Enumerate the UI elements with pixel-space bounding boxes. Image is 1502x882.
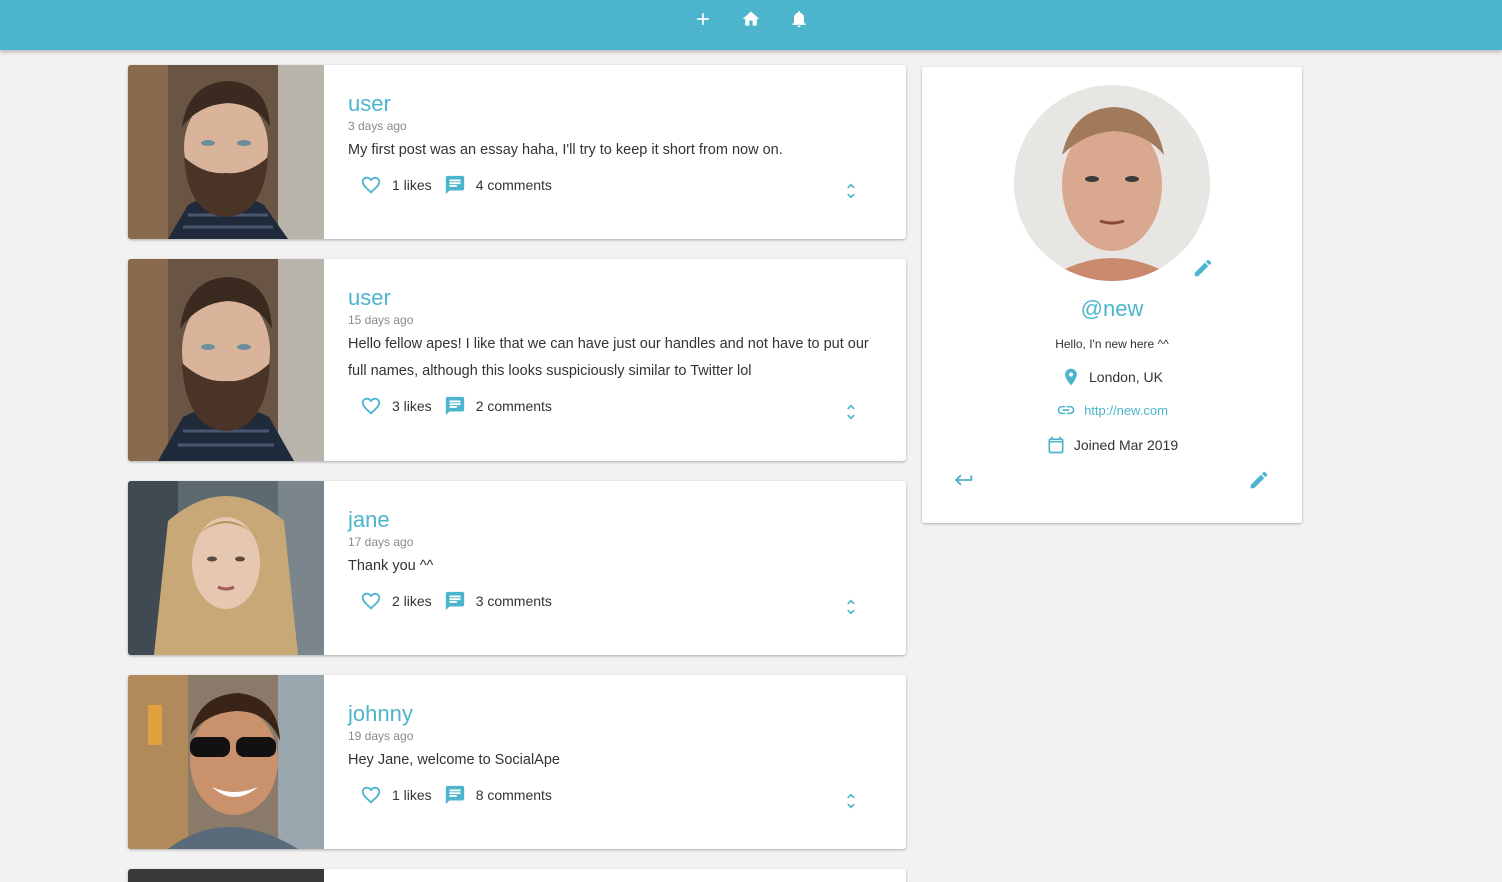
heart-outline-icon	[361, 786, 381, 804]
profile-website: http://new.com	[922, 400, 1302, 420]
comments-button[interactable]: 4 comments	[444, 174, 552, 196]
post-body: Thank you ^^	[348, 558, 434, 574]
like-button[interactable]: 2 likes	[360, 590, 432, 612]
chat-icon	[445, 591, 464, 611]
post-actions: 1 likes 8 comments	[360, 782, 906, 808]
comments-count: 3 comments	[475, 593, 552, 609]
like-button[interactable]: 1 likes	[360, 174, 432, 196]
profile-handle[interactable]: @new	[922, 296, 1302, 322]
comments-count: 4 comments	[475, 177, 552, 193]
chat-icon	[445, 396, 464, 416]
joined-text: Joined Mar 2019	[1073, 437, 1179, 453]
calendar-icon	[1048, 436, 1064, 454]
keyboard-return-icon	[954, 474, 973, 486]
comments-button[interactable]: 8 comments	[444, 784, 552, 806]
likes-count: 1 likes	[392, 787, 432, 803]
post-author-image	[128, 675, 324, 849]
heart-outline-icon	[361, 592, 381, 610]
post-card: user 15 days ago Hello fellow apes! I li…	[128, 259, 906, 461]
post-date: 19 days ago	[348, 729, 414, 743]
edit-details-button[interactable]	[1248, 469, 1272, 493]
likes-count: 1 likes	[392, 177, 432, 193]
expand-post-button[interactable]	[840, 789, 862, 813]
expand-post-button[interactable]	[840, 400, 862, 424]
comments-button[interactable]: 3 comments	[444, 590, 552, 612]
comments-count: 8 comments	[475, 787, 552, 803]
heart-outline-icon	[361, 397, 381, 415]
unfold-more-icon	[847, 183, 855, 199]
comments-button[interactable]: 2 comments	[444, 395, 552, 417]
post-date: 3 days ago	[348, 119, 407, 133]
post-card: johnny 19 days ago Hey Jane, welcome to …	[128, 675, 906, 849]
post-actions: 2 likes 3 comments	[360, 588, 906, 614]
unfold-more-icon	[847, 404, 855, 420]
post-author-handle[interactable]: jane	[348, 507, 906, 533]
post-body: Hello fellow apes! I like that we can ha…	[348, 336, 869, 379]
pencil-icon	[1250, 471, 1268, 489]
post-actions: 3 likes 2 comments	[360, 393, 906, 419]
post-date: 17 days ago	[348, 535, 414, 549]
profile-bio: Hello, I'n new here ^^	[1055, 337, 1169, 351]
chat-icon	[445, 785, 464, 805]
profile-card: @new Hello, I'n new here ^^ London, UK h…	[922, 67, 1302, 523]
location-pin-icon	[1065, 368, 1077, 386]
edit-profile-image-button[interactable]	[1192, 257, 1216, 281]
like-button[interactable]: 3 likes	[360, 395, 432, 417]
post-card: jane 17 days ago Thank you ^^ 2 likes 3 …	[128, 481, 906, 655]
post-author-image	[128, 259, 324, 461]
likes-count: 3 likes	[392, 398, 432, 414]
add-icon	[697, 13, 709, 25]
expand-post-button[interactable]	[840, 595, 862, 619]
notifications-icon	[792, 11, 806, 28]
profile-joined: Joined Mar 2019	[922, 435, 1302, 455]
post-author-image	[128, 65, 324, 239]
comments-count: 2 comments	[475, 398, 552, 414]
home-button[interactable]	[738, 6, 764, 32]
post-feed: user 3 days ago My first post was an ess…	[128, 65, 906, 882]
unfold-more-icon	[847, 793, 855, 809]
like-button[interactable]: 1 likes	[360, 784, 432, 806]
app-bar	[0, 0, 1502, 50]
post-author-image	[128, 481, 324, 655]
post-author-handle[interactable]: user	[348, 91, 906, 117]
add-post-button[interactable]	[690, 6, 716, 32]
unfold-more-icon	[847, 599, 855, 615]
location-text: London, UK	[1089, 369, 1163, 385]
post-author-image	[128, 869, 324, 882]
chat-icon	[445, 175, 464, 195]
post-date: 15 days ago	[348, 313, 414, 327]
heart-outline-icon	[361, 176, 381, 194]
notifications-button[interactable]	[786, 6, 812, 32]
post-actions: 1 likes 4 comments	[360, 172, 906, 198]
post-card: user 3 days ago My first post was an ess…	[128, 65, 906, 239]
post-author-handle[interactable]: user	[348, 285, 906, 311]
post-body: Hey Jane, welcome to SocialApe	[348, 752, 560, 768]
post-card	[128, 869, 906, 882]
expand-post-button[interactable]	[840, 179, 862, 203]
profile-location: London, UK	[922, 367, 1302, 387]
home-icon	[742, 11, 760, 26]
pencil-icon	[1194, 259, 1212, 277]
post-body: My first post was an essay haha, I'll tr…	[348, 142, 783, 158]
logout-button[interactable]	[953, 469, 977, 493]
likes-count: 2 likes	[392, 593, 432, 609]
profile-avatar	[1014, 85, 1210, 281]
website-link[interactable]: http://new.com	[1084, 403, 1168, 418]
link-icon	[1057, 405, 1075, 415]
post-author-handle[interactable]: johnny	[348, 701, 906, 727]
